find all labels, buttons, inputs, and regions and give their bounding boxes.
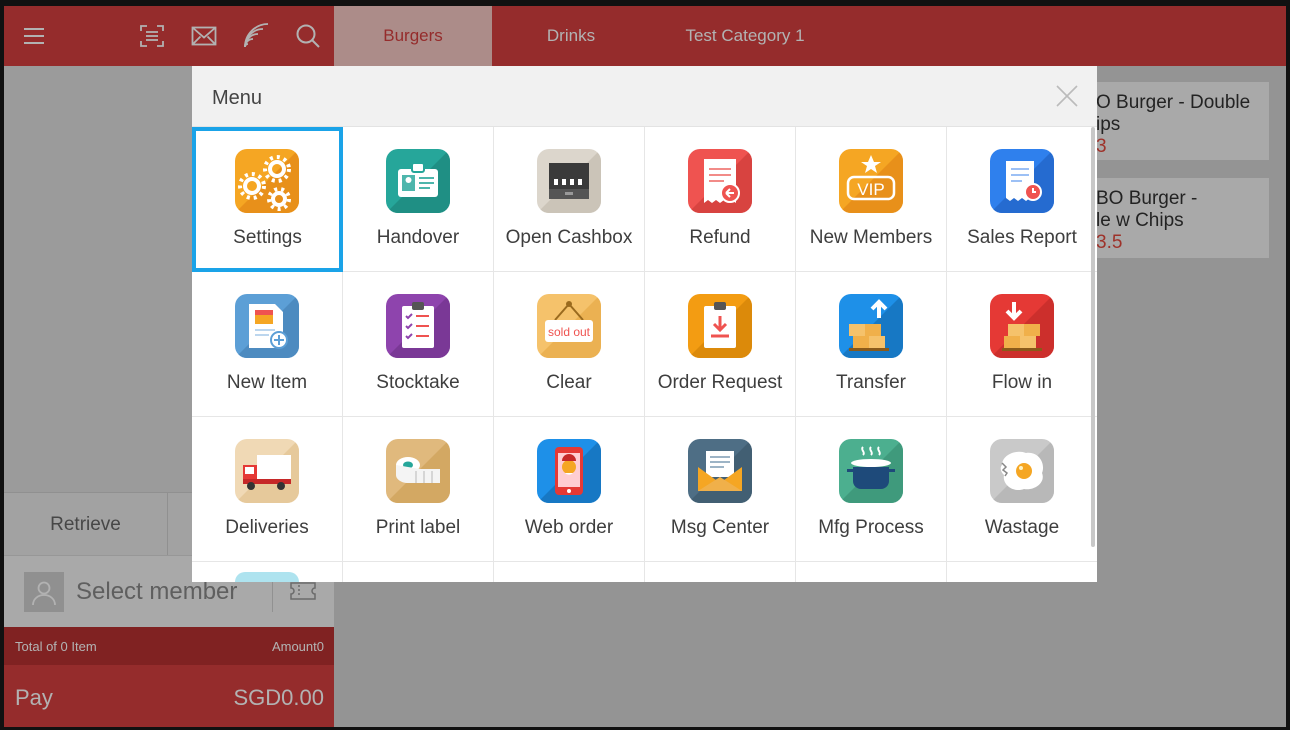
- sold-out-icon: sold out: [537, 294, 601, 358]
- menu-item-print-label[interactable]: Print label: [343, 417, 494, 562]
- settings-icon: [235, 149, 299, 213]
- menu-item-order-request[interactable]: Order Request: [645, 272, 796, 417]
- menu-item-web-order[interactable]: Web order: [494, 417, 645, 562]
- partial-icon: [235, 572, 299, 582]
- cashbox-icon: [537, 149, 601, 213]
- flow-in-icon: [990, 294, 1054, 358]
- menu-item-partial[interactable]: [192, 562, 343, 582]
- menu-item-settings[interactable]: Settings: [192, 127, 343, 272]
- menu-item-label: Open Cashbox: [505, 227, 633, 248]
- menu-item-mfg-process[interactable]: Mfg Process: [796, 417, 947, 562]
- menu-item-label: Stocktake: [376, 372, 460, 393]
- menu-item-new-item[interactable]: New Item: [192, 272, 343, 417]
- menu-dialog-header: Menu: [192, 66, 1097, 127]
- menu-item-refund[interactable]: Refund: [645, 127, 796, 272]
- menu-item-label: Flow in: [991, 372, 1053, 393]
- menu-item-open-cashbox[interactable]: Open Cashbox: [494, 127, 645, 272]
- refund-icon: [688, 149, 752, 213]
- envelope-icon: [688, 439, 752, 503]
- web-order-icon: [537, 439, 601, 503]
- menu-item-partial[interactable]: [343, 562, 494, 582]
- pot-icon: [839, 439, 903, 503]
- menu-item-label: Handover: [376, 227, 460, 248]
- menu-item-label: New Item: [226, 372, 308, 393]
- transfer-icon: [839, 294, 903, 358]
- menu-item-label: Msg Center: [670, 517, 770, 538]
- menu-item-stocktake[interactable]: Stocktake: [343, 272, 494, 417]
- handover-icon: [386, 149, 450, 213]
- menu-item-sales-report[interactable]: Sales Report: [947, 127, 1097, 272]
- menu-item-label: Web order: [524, 517, 614, 538]
- menu-item-partial[interactable]: [645, 562, 796, 582]
- menu-item-label: Clear: [546, 372, 592, 393]
- menu-item-transfer[interactable]: Transfer: [796, 272, 947, 417]
- pos-app-window: Burgers Drinks Test Category 1 Retrieve …: [4, 6, 1286, 727]
- menu-item-label: Deliveries: [225, 517, 309, 538]
- menu-item-partial[interactable]: [796, 562, 947, 582]
- svg-text:VIP: VIP: [857, 180, 884, 199]
- menu-item-label: Order Request: [657, 372, 783, 393]
- menu-item-deliveries[interactable]: Deliveries: [192, 417, 343, 562]
- menu-grid: Settings Handover Open Cashbox Refund VI…: [192, 127, 1097, 582]
- order-request-icon: [688, 294, 752, 358]
- menu-item-wastage[interactable]: Wastage: [947, 417, 1097, 562]
- menu-item-label: Settings: [233, 227, 302, 248]
- sales-report-icon: [990, 149, 1054, 213]
- menu-item-partial[interactable]: [494, 562, 645, 582]
- vip-icon: VIP: [839, 149, 903, 213]
- menu-dialog-title: Menu: [212, 87, 263, 109]
- close-icon[interactable]: [1055, 84, 1079, 108]
- stocktake-icon: [386, 294, 450, 358]
- menu-item-handover[interactable]: Handover: [343, 127, 494, 272]
- menu-item-label: Print label: [375, 517, 461, 538]
- menu-dialog: Menu Settings Handover Open Cashbox Refu…: [192, 66, 1097, 582]
- menu-item-new-members[interactable]: VIP New Members: [796, 127, 947, 272]
- truck-icon: [235, 439, 299, 503]
- wastage-icon: [990, 439, 1054, 503]
- menu-item-flow-in[interactable]: Flow in: [947, 272, 1097, 417]
- menu-item-partial[interactable]: [947, 562, 1097, 582]
- label-roll-icon: [386, 439, 450, 503]
- menu-item-msg-center[interactable]: Msg Center: [645, 417, 796, 562]
- menu-item-clear[interactable]: sold out Clear: [494, 272, 645, 417]
- menu-scrollbar[interactable]: [1091, 127, 1095, 547]
- menu-item-label: Transfer: [835, 372, 907, 393]
- menu-item-label: Sales Report: [967, 227, 1077, 248]
- menu-item-label: Wastage: [984, 517, 1060, 538]
- sold-out-text: sold out: [548, 325, 591, 339]
- menu-item-label: Refund: [689, 227, 751, 248]
- menu-item-label: New Members: [809, 227, 933, 248]
- new-item-icon: [235, 294, 299, 358]
- menu-item-label: Mfg Process: [818, 517, 924, 538]
